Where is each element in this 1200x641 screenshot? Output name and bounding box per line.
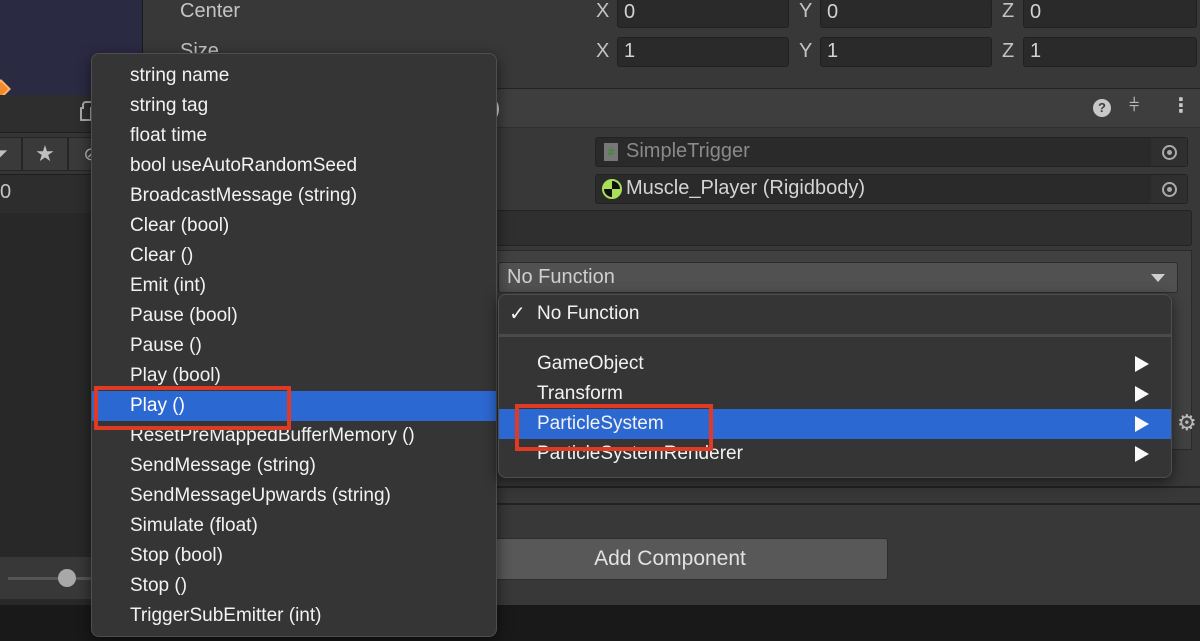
center-y-field[interactable]: 0 bbox=[820, 0, 992, 28]
size-z-field[interactable]: 1 bbox=[1023, 37, 1197, 67]
favorites-button[interactable]: ★ bbox=[22, 137, 68, 171]
menu-item-label: float time bbox=[130, 125, 208, 146]
method-menu-item[interactable]: Play (bool) bbox=[92, 361, 496, 391]
size-x-field[interactable]: 1 bbox=[617, 37, 789, 67]
method-menu-item[interactable]: Simulate (float) bbox=[92, 511, 496, 541]
slider-track[interactable] bbox=[8, 577, 98, 580]
event-header-box bbox=[495, 210, 1192, 246]
menu-item-label: bool useAutoRandomSeed bbox=[130, 155, 358, 176]
script-name: SimpleTrigger bbox=[626, 140, 750, 162]
method-menu: string name string tag float time bool useA… bbox=[91, 53, 497, 637]
menu-item-label: Transform bbox=[537, 383, 623, 404]
presets-icon[interactable]: ⫩ bbox=[1129, 95, 1139, 116]
rigidbody-icon bbox=[602, 179, 622, 199]
menu-item-label: SendMessageUpwards (string) bbox=[130, 485, 391, 506]
menu-item-label: No Function bbox=[537, 303, 640, 324]
object-picker-icon bbox=[1161, 144, 1177, 160]
method-menu-item[interactable]: TriggerSubEmitter (int) bbox=[92, 601, 496, 631]
menu-item-label: ParticleSystem bbox=[537, 413, 664, 434]
script-icon: # bbox=[604, 143, 618, 161]
menu-item-label: Stop () bbox=[130, 575, 188, 596]
script-field[interactable]: # SimpleTrigger bbox=[595, 137, 1188, 167]
method-menu-item[interactable]: SendMessageUpwards (string) bbox=[92, 481, 496, 511]
method-menu-item[interactable]: Play () bbox=[92, 391, 496, 421]
size-y-label: Y bbox=[799, 40, 813, 62]
menu-item-label: TriggerSubEmitter (int) bbox=[130, 605, 322, 626]
function-dropdown-value: No Function bbox=[507, 266, 615, 288]
menu-item-label: Pause () bbox=[130, 335, 202, 356]
method-menu-item[interactable]: string tag bbox=[92, 91, 496, 121]
method-menu-item[interactable]: Clear () bbox=[92, 241, 496, 271]
target-object-field[interactable]: Muscle_Player (Rigidbody) bbox=[595, 174, 1188, 204]
dropdown-caret-icon bbox=[1151, 274, 1165, 282]
method-menu-item[interactable]: string name bbox=[92, 61, 496, 91]
center-y-label: Y bbox=[799, 0, 813, 22]
script-picker-button[interactable] bbox=[1151, 138, 1187, 166]
submenu-arrow-icon bbox=[1135, 416, 1149, 432]
menu-item-label: Pause (bool) bbox=[130, 305, 238, 326]
size-y-field[interactable]: 1 bbox=[820, 37, 992, 67]
method-menu-item[interactable]: Emit (int) bbox=[92, 271, 496, 301]
size-x-label: X bbox=[596, 40, 610, 62]
menu-item-label: Simulate (float) bbox=[130, 515, 258, 536]
help-icon[interactable]: ? bbox=[1093, 99, 1111, 117]
component-menu-item[interactable]: GameObject bbox=[499, 349, 1171, 379]
more-options-icon[interactable]: ⋮ bbox=[1171, 93, 1191, 118]
method-menu-item[interactable]: float time bbox=[92, 121, 496, 151]
submenu-arrow-icon bbox=[1135, 356, 1149, 372]
component-menu-item[interactable]: Transform bbox=[499, 379, 1171, 409]
center-x-label: X bbox=[596, 0, 610, 22]
component-menu: ✓ No Function GameObject Transform Particl… bbox=[498, 294, 1172, 478]
submenu-arrow-icon bbox=[1135, 446, 1149, 462]
method-menu-item[interactable]: Pause (bool) bbox=[92, 301, 496, 331]
filter-icon: ⏷ bbox=[0, 141, 8, 167]
method-menu-item[interactable]: SendMessage (string) bbox=[92, 451, 496, 481]
target-object-name: Muscle_Player (Rigidbody) bbox=[626, 177, 865, 199]
gear-icon[interactable]: ⚙ bbox=[1177, 410, 1197, 436]
size-z-label: Z bbox=[1002, 40, 1015, 62]
object-picker-icon bbox=[1161, 181, 1177, 197]
menu-item-label: Clear () bbox=[130, 245, 194, 266]
menu-item-label: string tag bbox=[130, 95, 209, 116]
component-menu-item[interactable]: ParticleSystem bbox=[499, 409, 1171, 439]
menu-item-label: Clear (bool) bbox=[130, 215, 230, 236]
menu-item-label: string name bbox=[130, 65, 230, 86]
menu-item-no-function[interactable]: ✓ No Function bbox=[499, 299, 1171, 329]
target-picker-button[interactable] bbox=[1151, 175, 1187, 203]
filter-button[interactable]: ⏷ bbox=[0, 137, 22, 171]
function-dropdown[interactable]: No Function bbox=[498, 262, 1178, 293]
center-z-field[interactable]: 0 bbox=[1023, 0, 1197, 28]
method-menu-item[interactable]: Stop () bbox=[92, 571, 496, 601]
menu-separator bbox=[499, 334, 1171, 342]
center-x-field[interactable]: 0 bbox=[617, 0, 789, 28]
menu-item-label: GameObject bbox=[537, 353, 644, 374]
menu-item-label: ParticleSystemRenderer bbox=[537, 443, 743, 464]
method-menu-item[interactable]: Clear (bool) bbox=[92, 211, 496, 241]
menu-item-label: Emit (int) bbox=[130, 275, 206, 296]
menu-item-label: BroadcastMessage (string) bbox=[130, 185, 358, 206]
slider-handle[interactable] bbox=[58, 569, 76, 587]
method-menu-item[interactable]: Stop (bool) bbox=[92, 541, 496, 571]
menu-item-label: Stop (bool) bbox=[130, 545, 223, 566]
menu-item-label: ResetPreMappedBufferMemory () bbox=[130, 425, 415, 446]
method-menu-item[interactable]: Pause () bbox=[92, 331, 496, 361]
add-component-button[interactable]: Add Component bbox=[452, 538, 888, 580]
method-menu-item[interactable]: bool useAutoRandomSeed bbox=[92, 151, 496, 181]
component-menu-item[interactable]: ParticleSystemRenderer bbox=[499, 439, 1171, 469]
method-menu-item[interactable]: BroadcastMessage (string) bbox=[92, 181, 496, 211]
menu-item-label: SendMessage (string) bbox=[130, 455, 316, 476]
submenu-arrow-icon bbox=[1135, 386, 1149, 402]
menu-item-label: Play () bbox=[130, 395, 185, 416]
center-z-label: Z bbox=[1002, 0, 1015, 22]
center-label: Center bbox=[180, 0, 241, 22]
menu-item-label: Play (bool) bbox=[130, 365, 221, 386]
checkmark-icon: ✓ bbox=[509, 303, 526, 325]
method-menu-item[interactable]: ResetPreMappedBufferMemory () bbox=[92, 421, 496, 451]
star-icon: ★ bbox=[35, 141, 55, 166]
